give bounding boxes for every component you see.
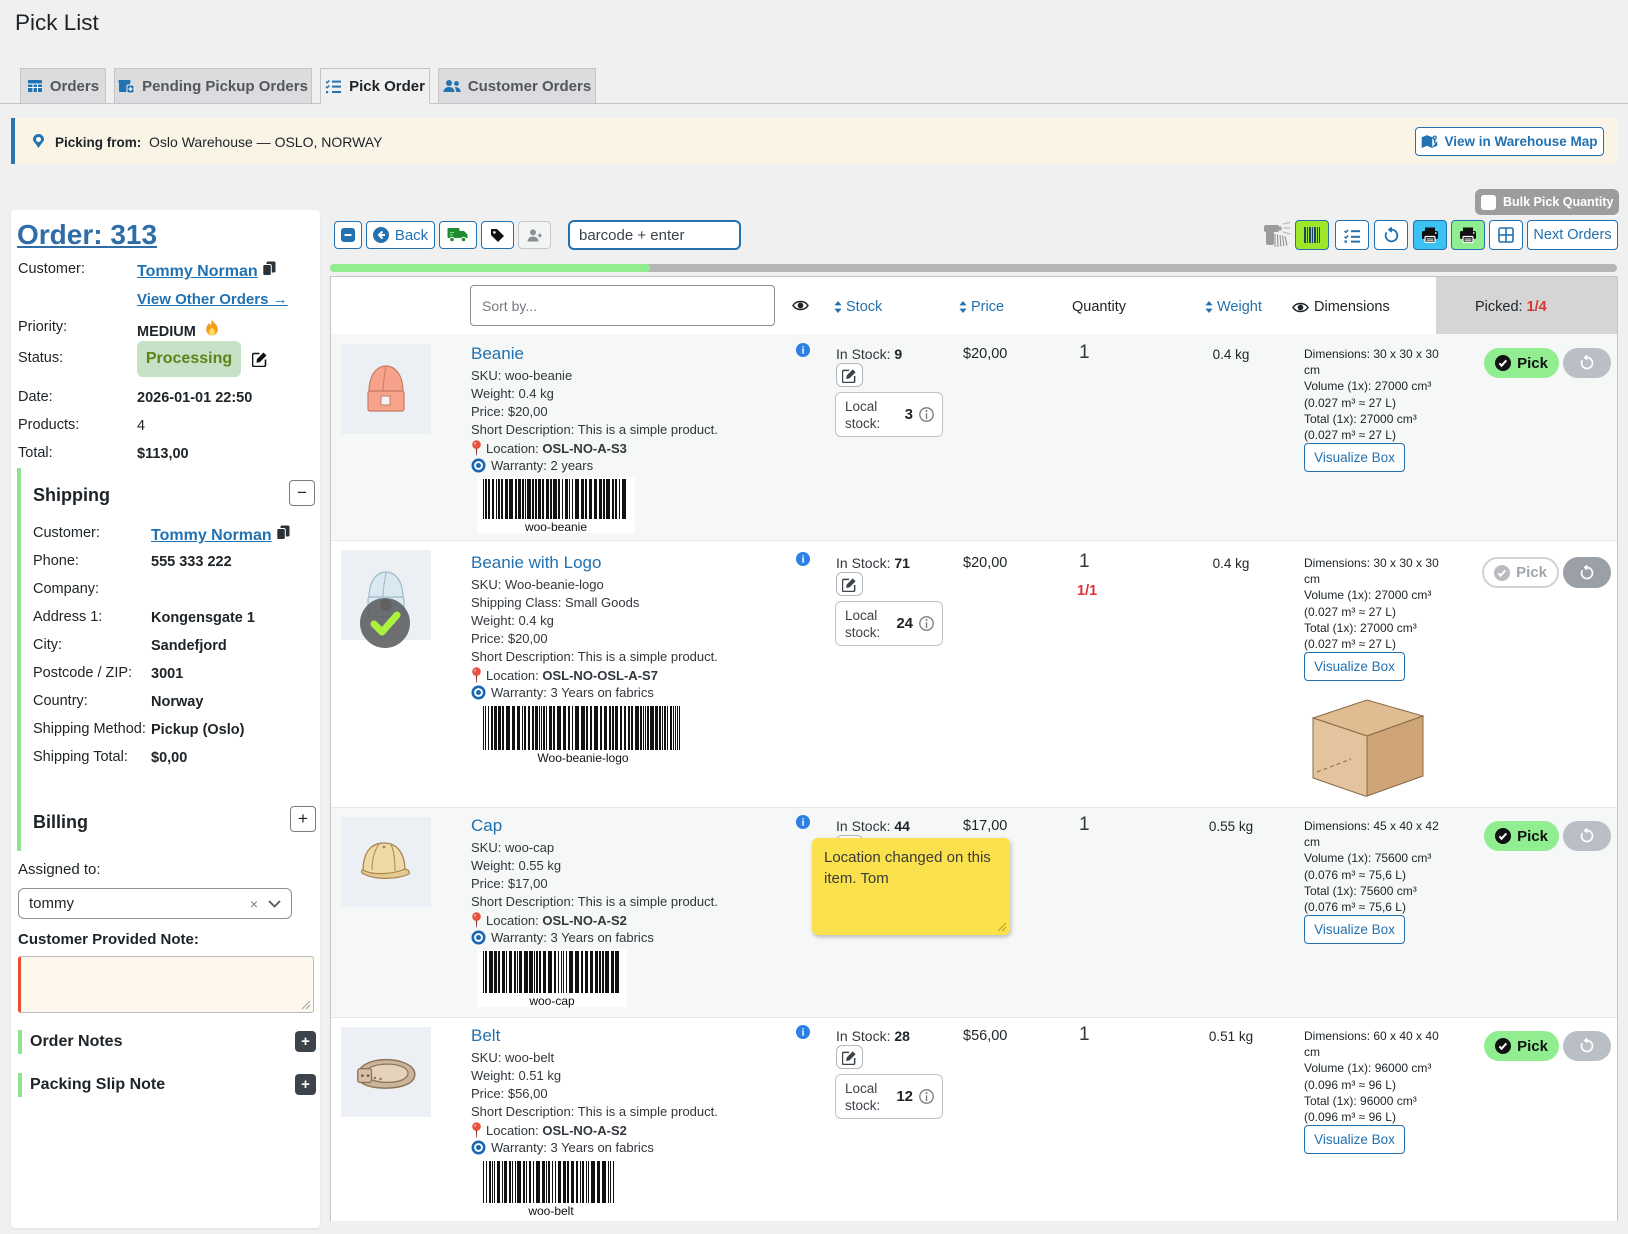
svg-text:i: i [802, 1028, 805, 1039]
svg-text:i: i [802, 346, 805, 357]
svg-text:i: i [802, 818, 805, 829]
svg-text:i: i [802, 555, 805, 566]
